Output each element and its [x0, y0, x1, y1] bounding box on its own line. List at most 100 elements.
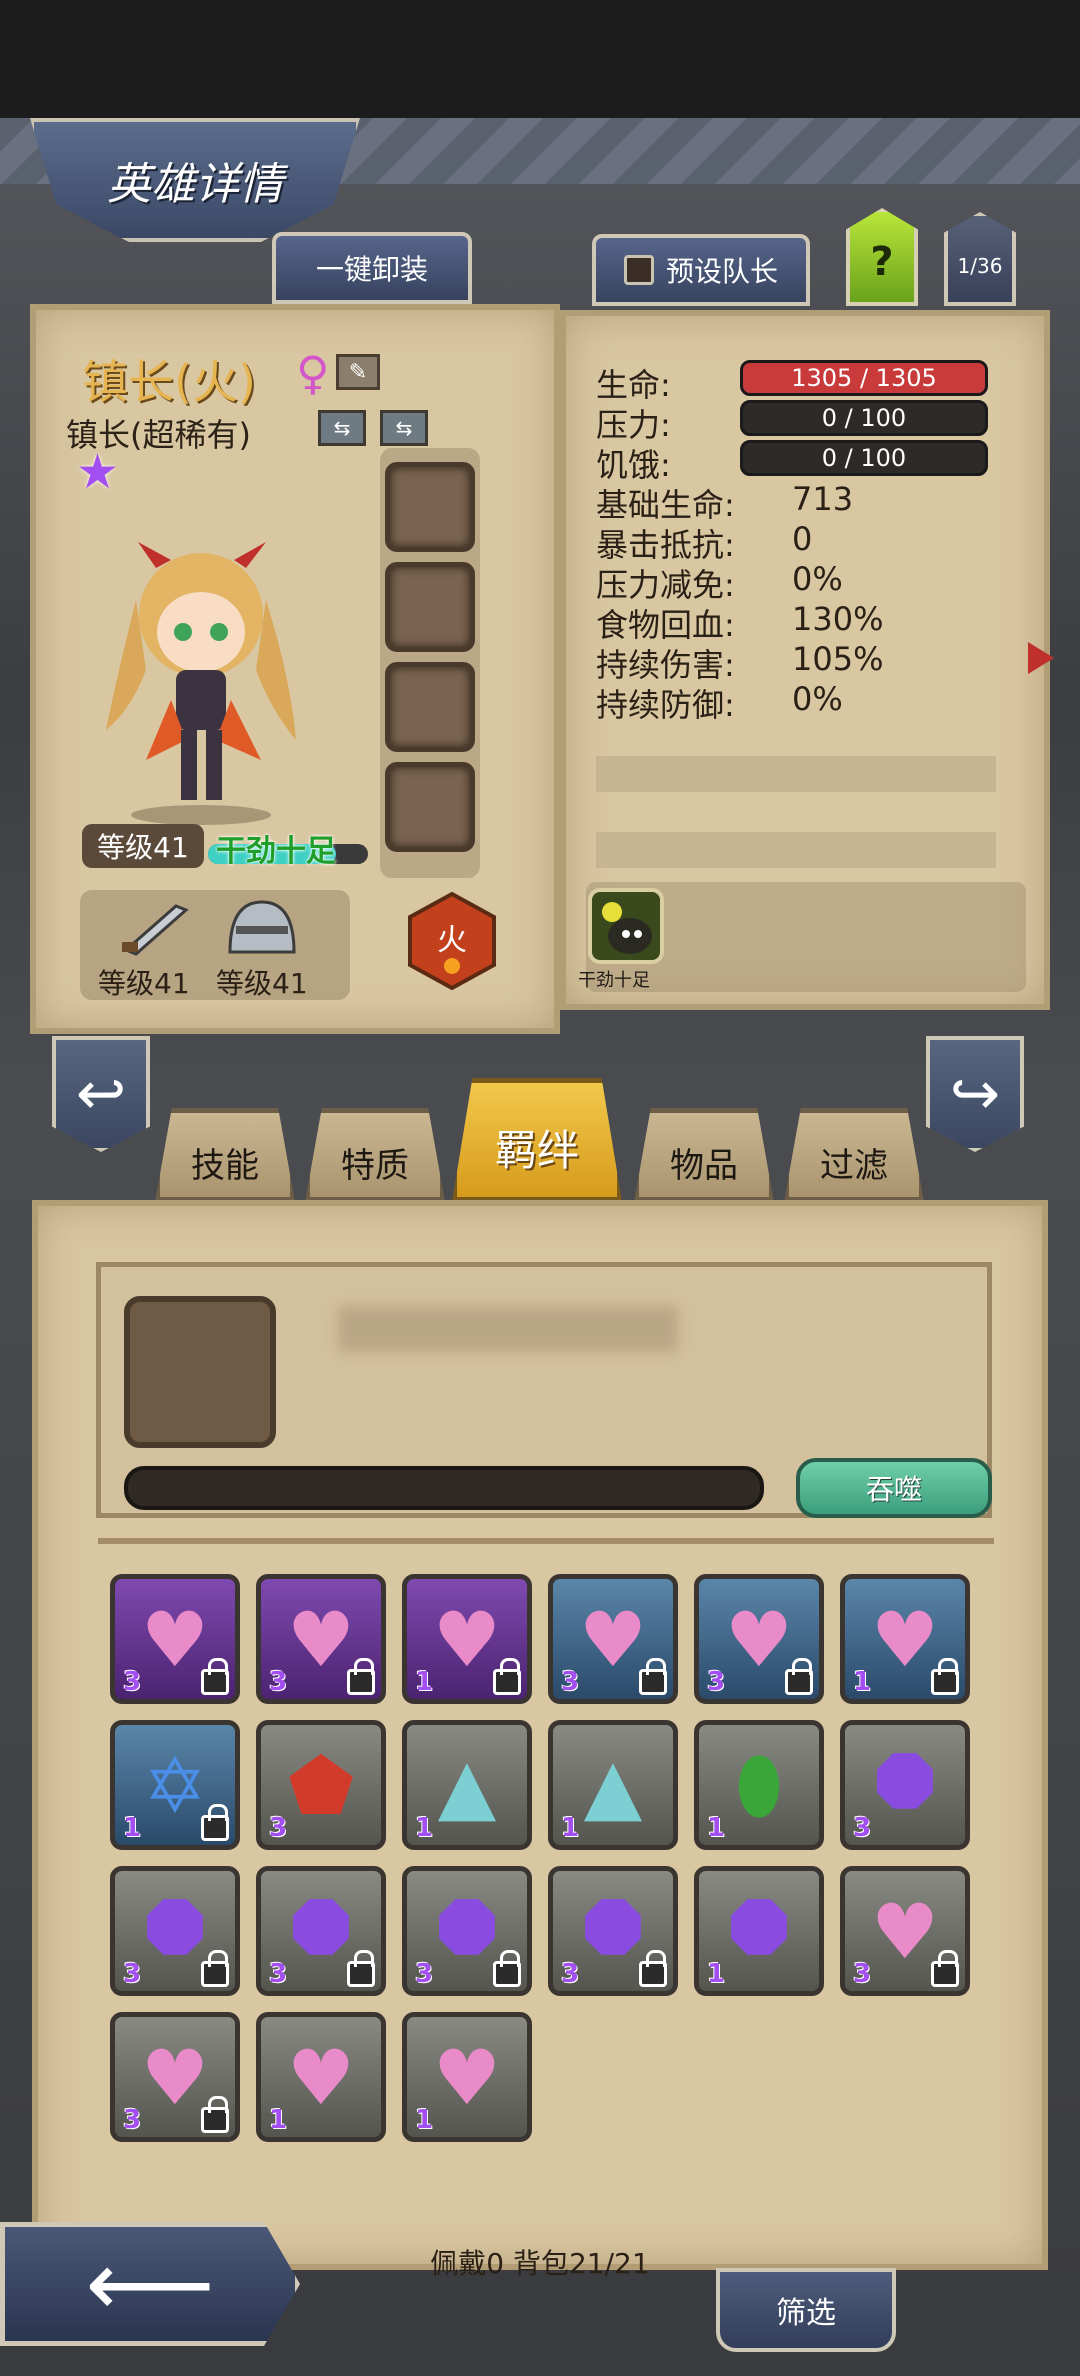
bond-item-slot[interactable]: ⯃ 3: [840, 1720, 970, 1850]
tab-bonds[interactable]: 羁绊: [452, 1078, 622, 1202]
item-quantity: 1: [415, 1667, 434, 1697]
accessory-slot-2[interactable]: [385, 562, 475, 652]
back-arrow-icon[interactable]: ⟵: [0, 2222, 300, 2346]
stat-blank-row: [596, 756, 996, 792]
item-quantity: 3: [853, 1959, 872, 1989]
tab-filter[interactable]: 过滤: [784, 1108, 924, 1202]
item-quantity: 3: [853, 1813, 872, 1843]
stat-label: 食物回血:: [596, 606, 735, 644]
bond-item-slot[interactable]: ♥ 3: [256, 1574, 386, 1704]
stat-value: 0%: [792, 560, 843, 598]
bond-item-slot[interactable]: ♥ 3: [110, 1574, 240, 1704]
accessory-slot-1[interactable]: [385, 462, 475, 552]
stat-row: 持续伤害: 105%: [596, 640, 1016, 684]
stat-label: 基础生命:: [596, 486, 735, 524]
bond-item-slot[interactable]: ✡ 1: [110, 1720, 240, 1850]
selected-bond-slot[interactable]: [124, 1296, 276, 1448]
item-quantity: 1: [853, 1667, 872, 1697]
stat-label: 暴击抵抗:: [596, 526, 735, 564]
lock-icon: [785, 1658, 813, 1695]
lock-icon: [201, 1804, 229, 1841]
lock-icon: [931, 1658, 959, 1695]
bond-progress-bar: [124, 1466, 764, 1510]
purple-octagon-gem-icon: ⯃: [874, 1739, 936, 1829]
filter-button[interactable]: 筛选: [716, 2268, 896, 2352]
bond-item-slot[interactable]: ⬟ 3: [256, 1720, 386, 1850]
stat-value: 105%: [792, 640, 884, 678]
edit-name-icon[interactable]: ✎: [336, 354, 380, 390]
bond-item-slot[interactable]: ♥ 1: [402, 2012, 532, 2142]
item-quantity: 3: [123, 1959, 142, 1989]
sword-icon[interactable]: [116, 898, 196, 958]
devour-button[interactable]: 吞噬: [796, 1458, 992, 1518]
stat-row: 食物回血: 130%: [596, 600, 1016, 644]
bond-item-slot[interactable]: ⯃ 1: [694, 1866, 824, 1996]
swap-right-icon[interactable]: ⇆: [380, 410, 428, 446]
item-quantity: 3: [561, 1959, 580, 1989]
item-quantity: 3: [123, 1667, 142, 1697]
trait-label: 干劲十足: [578, 970, 650, 991]
stat-row: 压力减免: 0%: [596, 560, 1016, 604]
preset-leader-checkbox[interactable]: [623, 255, 654, 285]
bond-item-slot[interactable]: ♥ 1: [402, 1574, 532, 1704]
bond-item-slot[interactable]: ♥ 3: [548, 1574, 678, 1704]
item-quantity: 1: [123, 1813, 142, 1843]
hero-portrait: [106, 542, 296, 825]
stat-value: 0: [792, 520, 813, 558]
helmet-icon[interactable]: [222, 896, 302, 960]
more-stats-arrow-icon[interactable]: [1028, 642, 1054, 674]
bond-item-slot[interactable]: ♥ 3: [110, 2012, 240, 2142]
help-button[interactable]: ?: [846, 208, 918, 306]
hero-name: 镇长(火): [82, 355, 256, 409]
element-label: 火: [437, 923, 467, 958]
teal-triangle-gem-icon: ▲: [583, 1740, 643, 1830]
lock-icon: [347, 1950, 375, 1987]
prev-hero-arrow-icon[interactable]: ↩: [52, 1036, 150, 1152]
bond-item-slot[interactable]: ♥ 3: [840, 1866, 970, 1996]
hero-level: 等级41: [82, 824, 204, 868]
item-quantity: 1: [707, 1959, 726, 1989]
armor-level: 等级41: [216, 967, 308, 1000]
rarity-star-icon: ★: [76, 444, 120, 500]
stat-row: 暴击抵抗: 0: [596, 520, 1016, 564]
teal-triangle-gem-icon: ▲: [437, 1740, 497, 1830]
lock-icon: [931, 1950, 959, 1987]
item-quantity: 1: [707, 1813, 726, 1843]
tab-traits[interactable]: 特质: [305, 1108, 445, 1202]
weapon-level: 等级41: [98, 967, 190, 1000]
next-hero-arrow-icon[interactable]: ↪: [926, 1036, 1024, 1152]
bond-item-slot[interactable]: ▲ 1: [402, 1720, 532, 1850]
stat-label: 压力减免:: [596, 566, 735, 604]
fire-element-icon: 火: [408, 892, 496, 990]
lock-icon: [201, 1658, 229, 1695]
red-pentagon-gem-icon: ⬟: [287, 1740, 355, 1830]
bond-item-slot[interactable]: ▲ 1: [548, 1720, 678, 1850]
stat-value: 130%: [792, 600, 884, 638]
divider: [98, 1538, 994, 1544]
item-quantity: 3: [269, 1959, 288, 1989]
unload-all-button[interactable]: 一键卸装: [272, 232, 472, 304]
item-quantity: 3: [707, 1667, 726, 1697]
tab-items[interactable]: 物品: [634, 1108, 774, 1202]
swap-left-icon[interactable]: ⇆: [318, 410, 366, 446]
item-quantity: 3: [269, 1667, 288, 1697]
bond-panel: 吞噬 ♥ 3 ♥ 3 ♥ 1 ♥ 3 ♥ 3 ♥ 1 ✡ 1 ⬟ 3 ▲ 1 ▲ 1 ⬮ 1 ⯃ 3 ⯃ 3 ⯃ 3 ⯃ 3 ⯃ 3 ⯃ 1 ♥ 3 ♥…: [32, 1200, 1048, 2270]
preset-leader-toggle[interactable]: 预设队长: [592, 234, 810, 306]
lock-icon: [201, 1950, 229, 1987]
bond-item-slot[interactable]: ⯃ 3: [548, 1866, 678, 1996]
item-quantity: 1: [415, 1813, 434, 1843]
accessory-slot-3[interactable]: [385, 662, 475, 752]
bond-item-slot[interactable]: ⯃ 3: [256, 1866, 386, 1996]
tab-skills[interactable]: 技能: [155, 1108, 295, 1202]
preset-leader-label: 预设队长: [665, 255, 778, 288]
bond-item-slot[interactable]: ♥ 3: [694, 1574, 824, 1704]
trait-energetic-icon[interactable]: [588, 888, 664, 964]
accessory-slot-4[interactable]: [385, 762, 475, 852]
bond-item-slot[interactable]: ⬮ 1: [694, 1720, 824, 1850]
bond-item-slot[interactable]: ♥ 1: [256, 2012, 386, 2142]
mood-status: 干劲十足: [216, 834, 336, 869]
bond-item-slot[interactable]: ⯃ 3: [402, 1866, 532, 1996]
item-quantity: 1: [269, 2105, 288, 2135]
bond-item-slot[interactable]: ♥ 1: [840, 1574, 970, 1704]
bond-item-slot[interactable]: ⯃ 3: [110, 1866, 240, 1996]
